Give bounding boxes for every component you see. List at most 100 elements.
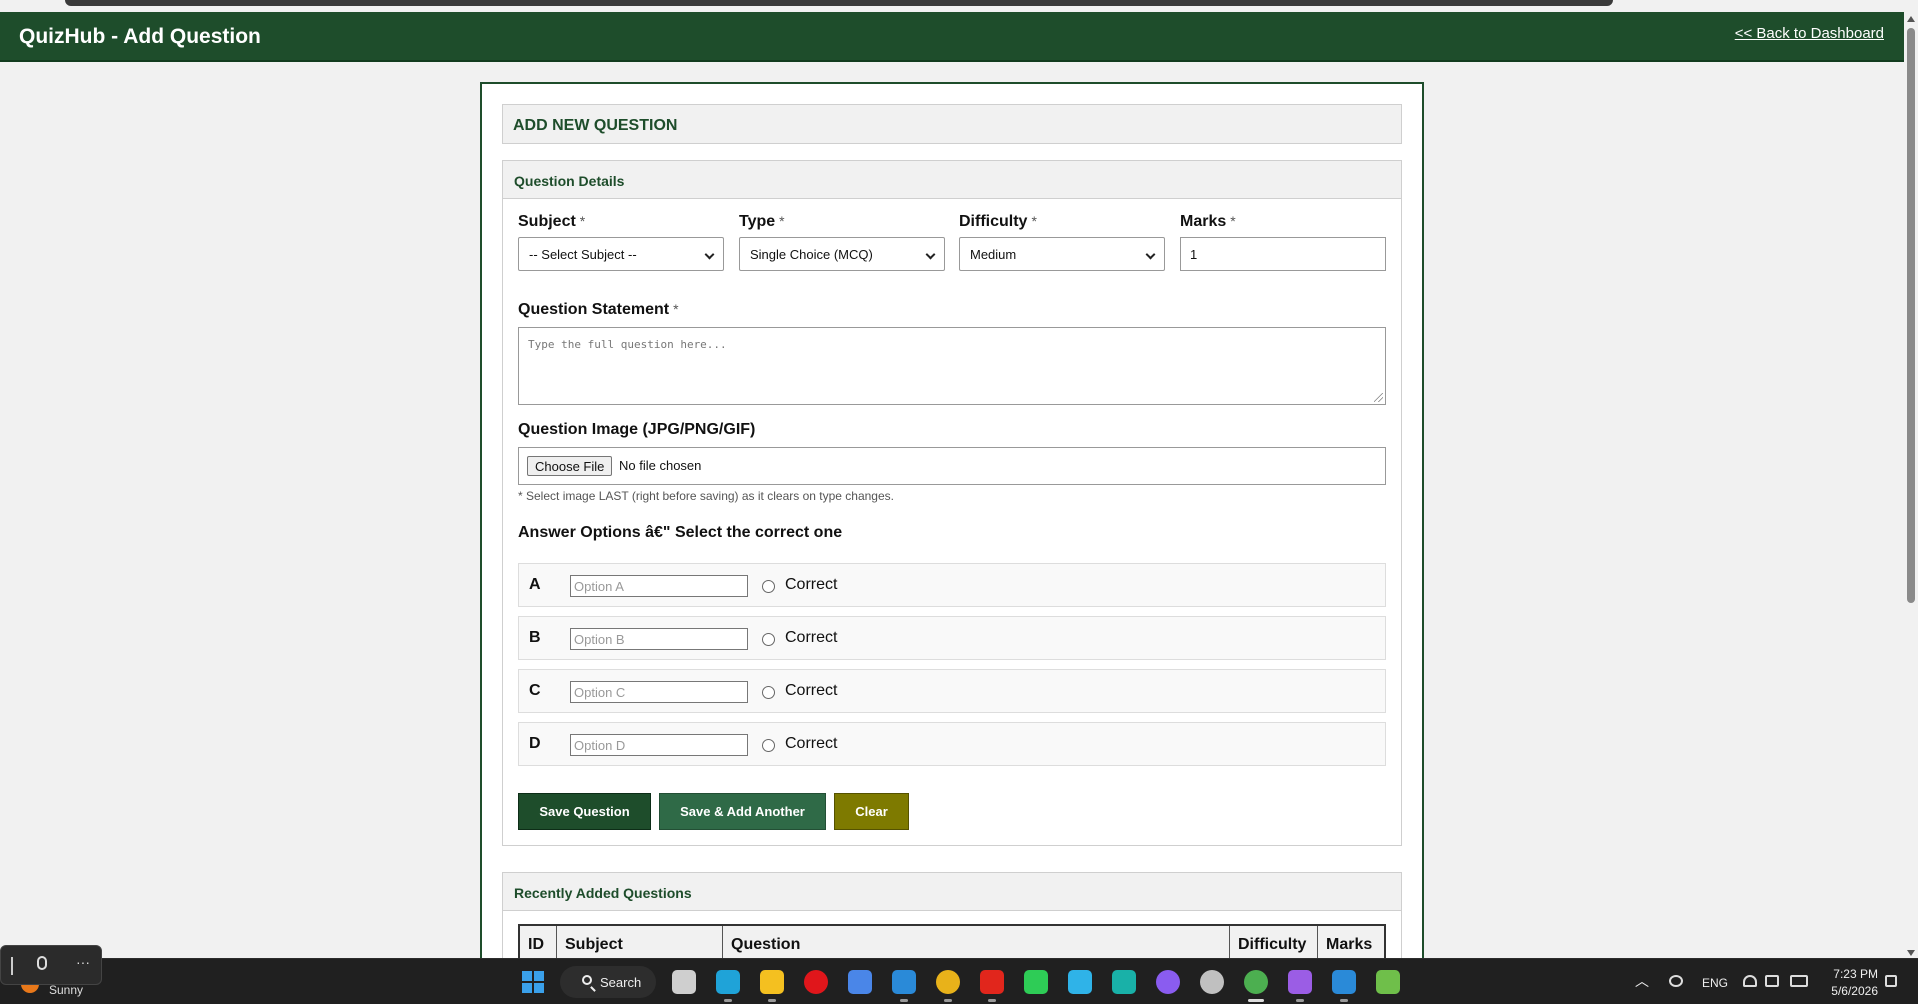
clear-button[interactable]: Clear [834, 793, 909, 830]
option-b-input[interactable]: Option B [570, 628, 748, 650]
running-indicator [768, 999, 776, 1002]
option-d-input[interactable]: Option D [570, 734, 748, 756]
whatsapp-icon[interactable] [1024, 970, 1048, 994]
marks-input[interactable]: 1 [1180, 237, 1386, 271]
type-label: Type * [739, 213, 785, 230]
scroll-down-arrow-icon[interactable] [1907, 950, 1915, 956]
correct-label[interactable]: Correct [785, 682, 837, 700]
question-image-file-input[interactable]: Choose File No file chosen [518, 447, 1386, 485]
clock-time[interactable]: 7:23 PM [1830, 967, 1878, 981]
subject-label: Subject * [518, 213, 586, 230]
toolbar-separator [11, 957, 13, 975]
scrollbar-thumb[interactable] [1907, 28, 1915, 603]
option-letter: D [529, 735, 541, 752]
question-details-title: Question Details [514, 173, 625, 189]
correct-label[interactable]: Correct [785, 735, 837, 753]
recent-questions-header: Recently Added Questions [503, 873, 1401, 911]
chevron-down-icon [1145, 249, 1156, 260]
vscode-icon[interactable] [892, 970, 916, 994]
youtube-icon[interactable] [980, 970, 1004, 994]
question-details-header: Question Details [503, 161, 1401, 199]
choose-file-button[interactable]: Choose File [527, 456, 613, 476]
question-statement-textarea[interactable]: Type the full question here... [518, 327, 1386, 405]
sync-icon[interactable] [1669, 975, 1683, 987]
clock-date[interactable]: 5/6/2026 [1825, 984, 1878, 998]
media-player-icon[interactable] [1200, 970, 1224, 994]
wifi-icon[interactable] [1743, 975, 1757, 987]
play-store-icon[interactable] [1068, 970, 1092, 994]
running-indicator [988, 999, 996, 1002]
windows-taskbar: Sunny ··· Search ︿ ENG 7:23 PM 5/6/2026 [0, 945, 1918, 1004]
scroll-up-arrow-icon[interactable] [1907, 16, 1915, 22]
file-status-text: No file chosen [619, 458, 702, 473]
windows-start-icon[interactable] [522, 971, 544, 993]
app-s-icon[interactable] [1332, 970, 1356, 994]
weather-text[interactable]: Sunny [49, 983, 83, 997]
show-hidden-icons-chevron-icon[interactable]: ︿ [1635, 971, 1649, 991]
resize-grip-icon[interactable] [1374, 393, 1383, 402]
app-c-icon[interactable] [1112, 970, 1136, 994]
question-image-label: Question Image (JPG/PNG/GIF) [518, 421, 756, 438]
search-label: Search [600, 975, 642, 990]
running-indicator [1248, 999, 1264, 1002]
edge-icon[interactable] [716, 970, 740, 994]
answer-options-heading: Answer Options â€" Select the correct on… [518, 524, 843, 541]
browser-tab-bar [65, 0, 1613, 6]
notepad-icon[interactable] [1376, 970, 1400, 994]
option-c-correct-radio[interactable] [762, 686, 775, 699]
chrome-icon[interactable] [936, 970, 960, 994]
running-indicator [724, 999, 732, 1002]
running-indicator [900, 999, 908, 1002]
difficulty-label: Difficulty * [959, 213, 1037, 230]
option-c-input[interactable]: Option C [570, 681, 748, 703]
opera-icon[interactable] [804, 970, 828, 994]
option-b-correct-radio[interactable] [762, 633, 775, 646]
chrome-active-icon[interactable] [1244, 970, 1268, 994]
option-a-input[interactable]: Option A [570, 575, 748, 597]
file-explorer-icon[interactable] [760, 970, 784, 994]
type-select[interactable]: Single Choice (MCQ) [739, 237, 945, 271]
image-hint: * Select image LAST (right before saving… [518, 489, 894, 503]
recent-questions-title: Recently Added Questions [514, 885, 692, 901]
main-card: ADD NEW QUESTION Question Details Subjec… [480, 82, 1424, 982]
back-to-dashboard-link[interactable]: << Back to Dashboard [1735, 25, 1884, 42]
option-row-b: B Option B Correct [518, 616, 1386, 660]
visual-studio-icon[interactable] [1288, 970, 1312, 994]
app-title: QuizHub - Add Question [19, 25, 261, 48]
more-options-icon[interactable]: ··· [76, 954, 90, 970]
app-header: QuizHub - Add Question << Back to Dashbo… [0, 12, 1904, 62]
taskbar-search-button[interactable]: Search [560, 966, 656, 998]
difficulty-select[interactable]: Medium [959, 237, 1165, 271]
page-heading: ADD NEW QUESTION [513, 117, 678, 134]
page-scrollbar[interactable] [1904, 12, 1918, 958]
save-add-another-button[interactable]: Save & Add Another [659, 793, 826, 830]
option-letter: B [529, 629, 541, 646]
option-a-correct-radio[interactable] [762, 580, 775, 593]
running-indicator [1296, 999, 1304, 1002]
subject-select[interactable]: -- Select Subject -- [518, 237, 724, 271]
volume-icon[interactable] [1765, 975, 1779, 987]
github-icon[interactable] [1156, 970, 1180, 994]
task-view-icon[interactable] [672, 970, 696, 994]
app-a-icon[interactable] [848, 970, 872, 994]
microphone-icon[interactable] [37, 956, 47, 970]
running-indicator [1340, 999, 1348, 1002]
save-question-button[interactable]: Save Question [518, 793, 651, 830]
correct-label[interactable]: Correct [785, 576, 837, 594]
option-row-d: D Option D Correct [518, 722, 1386, 766]
question-statement-label: Question Statement * [518, 301, 679, 318]
option-letter: C [529, 682, 541, 699]
chevron-down-icon [925, 249, 936, 260]
marks-label: Marks * [1180, 213, 1236, 230]
language-indicator[interactable]: ENG [1702, 976, 1728, 990]
option-row-c: C Option C Correct [518, 669, 1386, 713]
voice-typing-toolbar: ··· [0, 945, 102, 985]
chevron-down-icon [704, 249, 715, 260]
correct-label[interactable]: Correct [785, 629, 837, 647]
option-d-correct-radio[interactable] [762, 739, 775, 752]
notification-bell-icon[interactable] [1885, 975, 1897, 987]
question-details-section: Question Details Subject * -- Select Subj… [502, 160, 1402, 846]
battery-icon[interactable] [1790, 975, 1808, 987]
running-indicator [944, 999, 952, 1002]
option-row-a: A Option A Correct [518, 563, 1386, 607]
